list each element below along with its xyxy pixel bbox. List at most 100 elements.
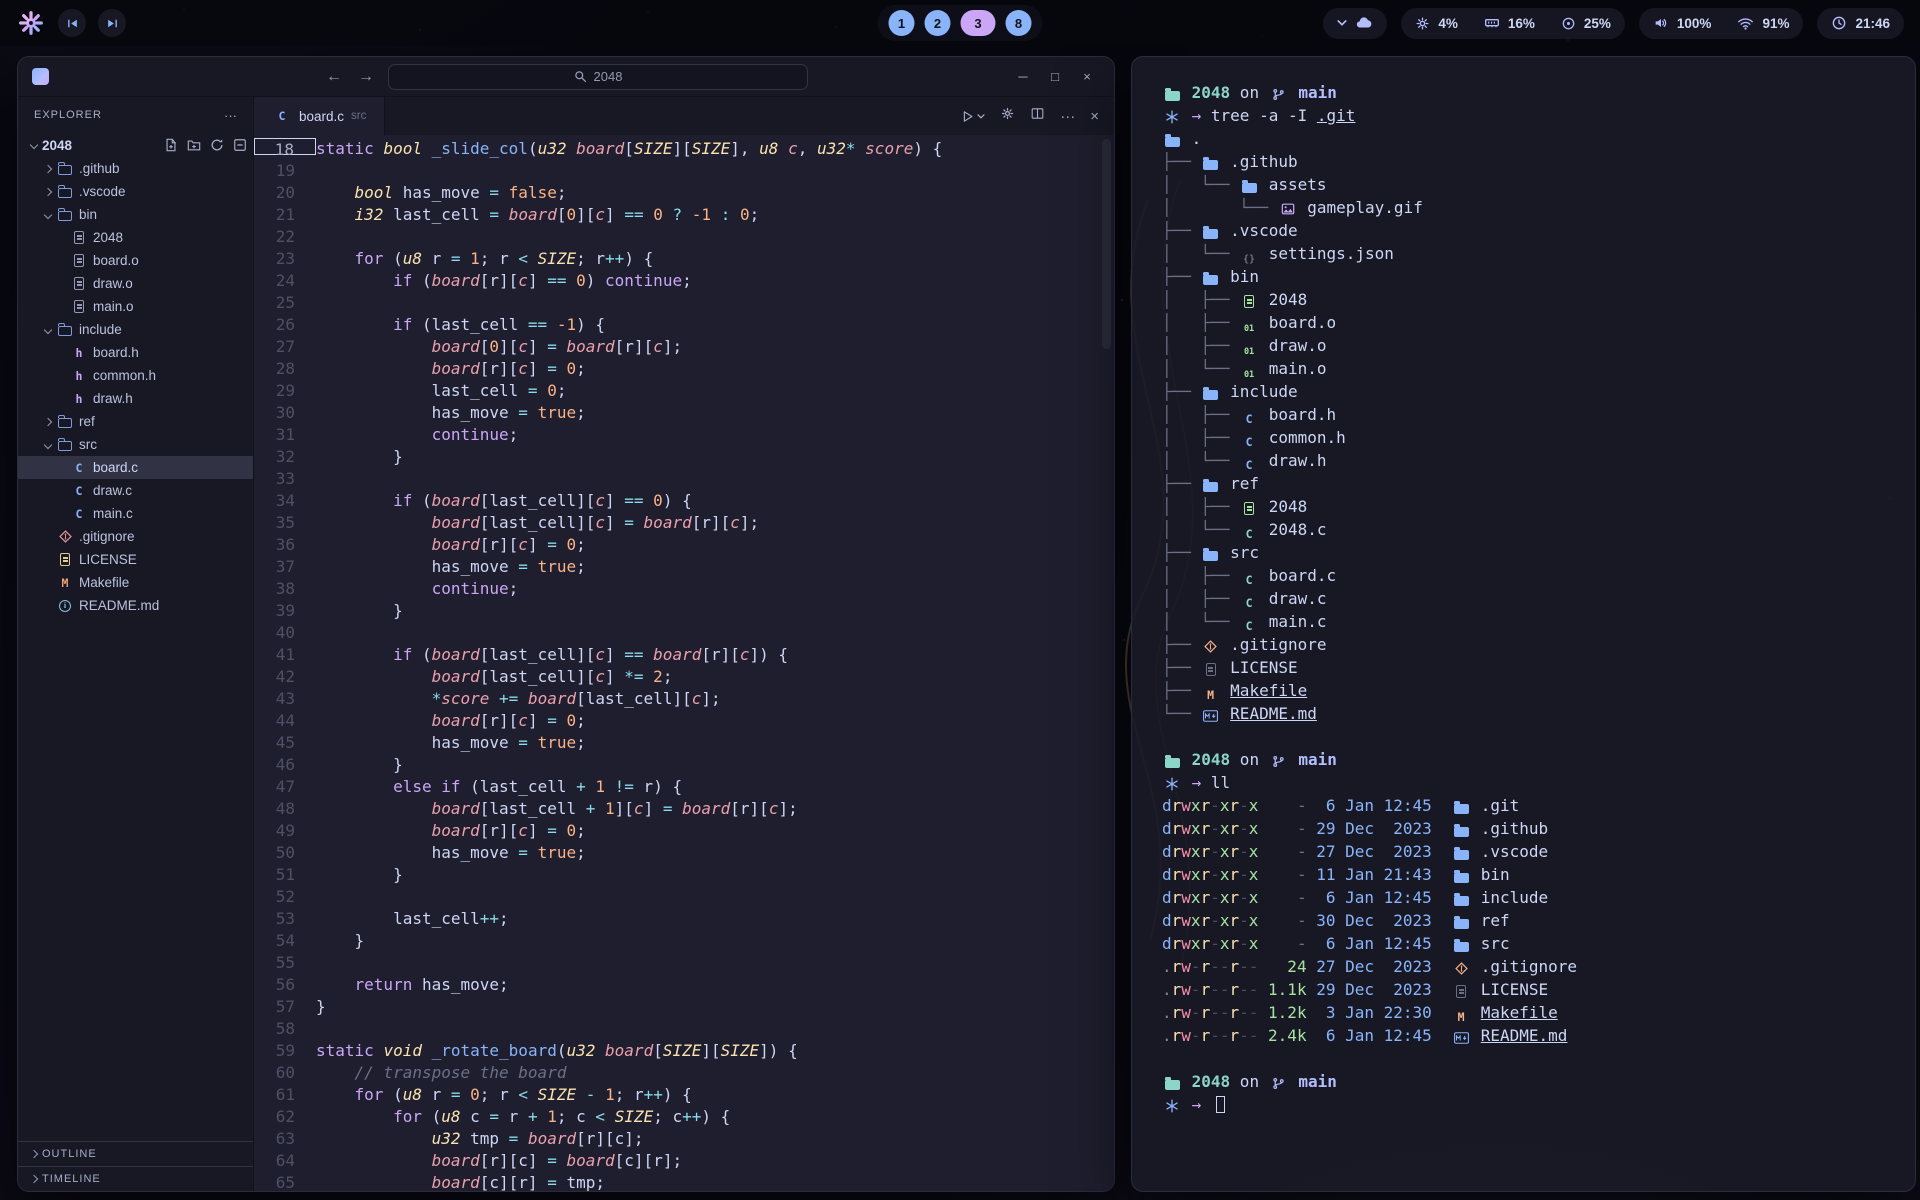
code-line: 55: [254, 952, 1114, 974]
launcher-gear-icon[interactable]: [16, 8, 46, 38]
explorer-item-src[interactable]: src: [18, 433, 253, 456]
clang-icon: C: [70, 506, 88, 522]
terminal-row: drwxr-xr-x - 6 Jan 12:45 include: [1162, 886, 1885, 909]
workspace-3[interactable]: 3: [961, 10, 996, 36]
refresh-icon[interactable]: [210, 138, 224, 152]
explorer-item-.vscode[interactable]: .vscode: [18, 180, 253, 203]
top-bar: 1238 4% 16% 25% 100% 91% 21:46: [0, 0, 1920, 46]
code-line: 39 }: [254, 600, 1114, 622]
markdown-icon: [1451, 1030, 1471, 1046]
line-number: 65: [254, 1172, 316, 1191]
line-number: 60: [254, 1062, 316, 1084]
close-editor-icon[interactable]: ×: [1090, 109, 1099, 124]
explorer-more-actions[interactable]: ···: [224, 108, 237, 123]
workspace-1[interactable]: 1: [889, 10, 915, 36]
vscode-body: EXPLORER ··· 2048 .github.vscodebin2048b…: [18, 97, 1114, 1191]
terminal-row: │ ├── C board.h: [1162, 403, 1885, 426]
clock-widget[interactable]: 21:46: [1817, 8, 1904, 39]
line-number: 57: [254, 996, 316, 1018]
explorer-item-include[interactable]: include: [18, 318, 253, 341]
timeline-panel[interactable]: TIMELINE: [18, 1166, 253, 1191]
line-number: 47: [254, 776, 316, 798]
image-icon: [1278, 201, 1298, 217]
split-editor-icon[interactable]: [1030, 106, 1045, 126]
explorer-item-board.o[interactable]: board.o: [18, 249, 253, 272]
folder-icon: [1451, 892, 1471, 908]
explorer-item-common.h[interactable]: hcommon.h: [18, 364, 253, 387]
folder-icon: [1201, 156, 1221, 172]
outline-panel[interactable]: OUTLINE: [18, 1141, 253, 1166]
nav-forward-icon[interactable]: →: [356, 68, 376, 86]
code-lines: 18static bool _slide_col(u32 board[SIZE]…: [254, 138, 1114, 1191]
workspace-8[interactable]: 8: [1006, 10, 1032, 36]
terminal-row: │ └── assets: [1162, 173, 1885, 196]
chevron-spacer: [40, 552, 56, 568]
code-line: 57}: [254, 996, 1114, 1018]
explorer-item-main.o[interactable]: main.o: [18, 295, 253, 318]
collapse-all-icon[interactable]: [233, 138, 247, 152]
code-line: 37 has_move = true;: [254, 556, 1114, 578]
code-line: 50 has_move = true;: [254, 842, 1114, 864]
line-number: 19: [254, 160, 316, 182]
line-number: 46: [254, 754, 316, 776]
line-number: 58: [254, 1018, 316, 1040]
chevron-spacer: [54, 391, 70, 407]
explorer-item-bin[interactable]: bin: [18, 203, 253, 226]
hletter-icon: h: [70, 345, 88, 361]
new-folder-icon[interactable]: [187, 138, 201, 152]
code-line: 35 board[last_cell][c] = board[r][c];: [254, 512, 1114, 534]
explorer-root-folder[interactable]: 2048: [18, 133, 253, 157]
editor-scrollbar[interactable]: [1102, 139, 1111, 349]
code-line: 28 board[r][c] = 0;: [254, 358, 1114, 380]
minimize-button[interactable]: ─: [1010, 69, 1036, 84]
explorer-item-2048[interactable]: 2048: [18, 226, 253, 249]
new-file-icon[interactable]: [164, 138, 178, 152]
explorer-item-.gitignore[interactable]: .gitignore: [18, 525, 253, 548]
weather-widget[interactable]: [1323, 8, 1387, 39]
explorer-item-Makefile[interactable]: MMakefile: [18, 571, 253, 594]
explorer-item-.github[interactable]: .github: [18, 157, 253, 180]
line-number: 31: [254, 424, 316, 446]
explorer-item-main.c[interactable]: Cmain.c: [18, 502, 253, 525]
explorer-item-draw.o[interactable]: draw.o: [18, 272, 253, 295]
clock-icon: [1831, 15, 1847, 31]
command-center-search[interactable]: 2048: [388, 64, 808, 90]
media-previous-button[interactable]: [58, 9, 86, 37]
maximize-button[interactable]: □: [1042, 69, 1068, 84]
more-actions-icon[interactable]: ···: [1060, 109, 1075, 124]
system-stats-widget[interactable]: 4% 16% 25%: [1401, 8, 1625, 39]
explorer-item-ref[interactable]: ref: [18, 410, 253, 433]
close-button[interactable]: ×: [1074, 69, 1100, 84]
code-line: 40: [254, 622, 1114, 644]
code-area[interactable]: 18static bool _slide_col(u32 board[SIZE]…: [254, 135, 1114, 1191]
explorer-item-label: board.h: [93, 345, 139, 360]
explorer-item-label: README.md: [79, 598, 159, 613]
chevron-down-icon: [40, 437, 56, 453]
explorer-item-LICENSE[interactable]: LICENSE: [18, 548, 253, 571]
foldero-icon: [56, 437, 74, 453]
chevron-spacer: [40, 529, 56, 545]
nav-back-icon[interactable]: ←: [324, 68, 344, 86]
line-number: 48: [254, 798, 316, 820]
explorer-item-README.md[interactable]: iREADME.md: [18, 594, 253, 617]
branch-icon: [1269, 754, 1289, 770]
terminal-row: 2048 on main: [1162, 748, 1885, 771]
tab-board-c[interactable]: C board.c src: [254, 97, 385, 135]
explorer-item-board.c[interactable]: Cboard.c: [18, 456, 253, 479]
line-number: 42: [254, 666, 316, 688]
workspace-2[interactable]: 2: [925, 10, 951, 36]
media-next-button[interactable]: [98, 9, 126, 37]
folder-icon: [1162, 133, 1182, 149]
terminal-window[interactable]: 2048 on main → tree -a -I .git .├── .git…: [1131, 56, 1916, 1192]
explorer-item-label: main.o: [93, 299, 134, 314]
settings-gear-icon[interactable]: [1000, 106, 1015, 126]
audio-network-widget[interactable]: 100% 91%: [1639, 8, 1804, 39]
run-button[interactable]: [960, 109, 985, 124]
folder-icon: [1451, 915, 1471, 931]
explorer-item-board.h[interactable]: h board.h: [18, 341, 253, 364]
folder-icon: [1201, 386, 1221, 402]
code-line: 64 board[r][c] = board[c][r];: [254, 1150, 1114, 1172]
chevron-spacer: [54, 345, 70, 361]
explorer-item-draw.h[interactable]: hdraw.h: [18, 387, 253, 410]
explorer-item-draw.c[interactable]: Cdraw.c: [18, 479, 253, 502]
